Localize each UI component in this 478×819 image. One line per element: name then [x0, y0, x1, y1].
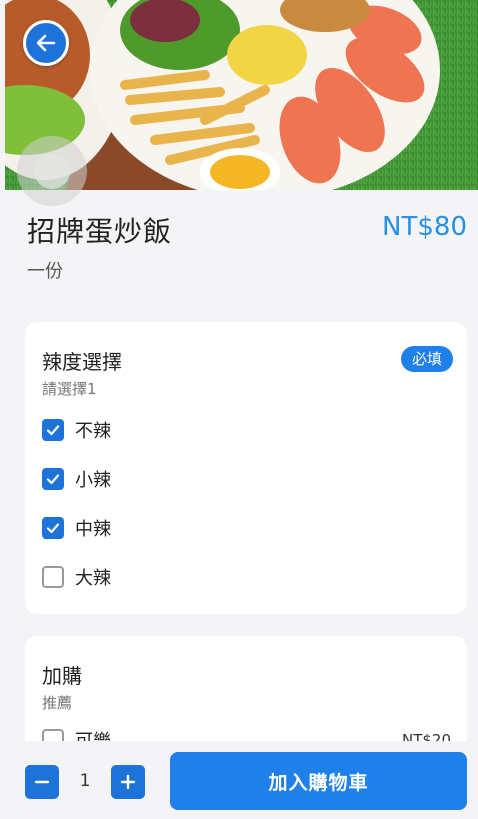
add-to-cart-button[interactable]: 加入購物車 — [170, 752, 467, 810]
option-label: 中辣 — [75, 519, 111, 540]
option-label: 大辣 — [75, 568, 111, 589]
spice-option-none[interactable]: 不辣 — [42, 418, 111, 442]
dish-price: NT$80 — [382, 212, 467, 242]
checkbox[interactable] — [42, 468, 64, 490]
section-subtitle: 請選擇1 — [42, 380, 97, 398]
assistive-touch-overlay[interactable] — [17, 136, 87, 206]
required-badge: 必填 — [400, 346, 453, 372]
checkbox[interactable] — [42, 517, 64, 539]
minus-icon — [34, 780, 50, 784]
section-title: 加購 — [42, 664, 82, 688]
option-label: 不辣 — [75, 421, 111, 442]
spice-option-mild[interactable]: 小辣 — [42, 467, 111, 491]
back-button[interactable] — [23, 20, 69, 66]
checkmark-icon — [46, 474, 60, 485]
cart-bar: 1 加入購物車 — [5, 741, 478, 819]
quantity-value: 1 — [79, 771, 91, 791]
spice-option-hot[interactable]: 大辣 — [42, 565, 111, 589]
section-subtitle: 推薦 — [42, 694, 73, 712]
plus-icon — [120, 774, 136, 790]
section-title: 辣度選擇 — [42, 350, 122, 374]
option-label: 小辣 — [75, 470, 111, 491]
dish-portion: 一份 — [27, 261, 63, 282]
arrow-left-icon — [36, 34, 56, 52]
decrease-quantity-button[interactable] — [25, 765, 59, 799]
checkmark-icon — [46, 425, 60, 436]
spice-level-section: 辣度選擇 必填 請選擇1 不辣 小辣 中辣 大辣 — [25, 322, 467, 614]
checkbox[interactable] — [42, 419, 64, 441]
spice-option-medium[interactable]: 中辣 — [42, 516, 111, 540]
increase-quantity-button[interactable] — [111, 765, 145, 799]
product-detail-screen: 招牌蛋炒飯 NT$80 一份 辣度選擇 必填 請選擇1 不辣 小辣 中辣 大辣 … — [5, 0, 478, 819]
dish-header: 招牌蛋炒飯 NT$80 — [27, 210, 467, 250]
checkmark-icon — [46, 523, 60, 534]
checkbox[interactable] — [42, 566, 64, 588]
